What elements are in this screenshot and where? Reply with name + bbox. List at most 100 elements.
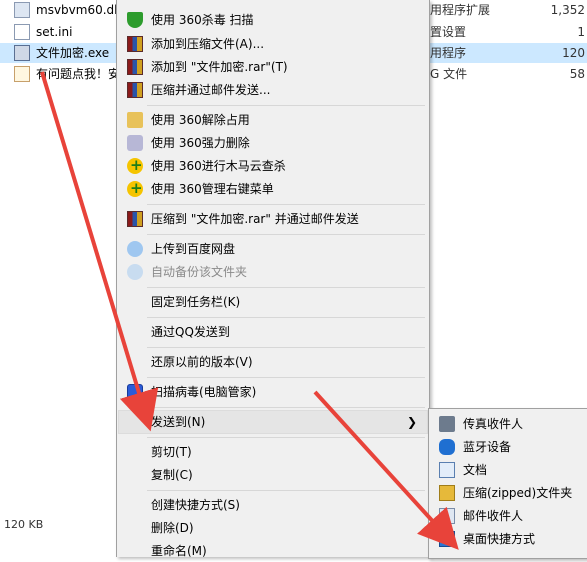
winrar-icon [127,82,143,98]
menu-item-send-via-qq[interactable]: 通过QQ发送到 [119,321,427,343]
menu-item-compress-rar-email[interactable]: 压缩到 "文件加密.rar" 并通过邮件发送 [119,208,427,230]
winrar-icon [127,59,143,75]
menu-label: 压缩(zipped)文件夹 [463,486,573,500]
fax-icon [439,416,455,432]
winrar-icon [127,211,143,227]
360-unlock-icon [127,112,143,128]
menu-label: 固定到任务栏(K) [151,295,241,309]
menu-label: 通过QQ发送到 [151,325,230,339]
menu-label: 重命名(M) [151,544,207,558]
baidu-cloud-icon [127,241,143,257]
menu-label: 删除(D) [151,521,194,535]
submenu-item-zip[interactable]: 压缩(zipped)文件夹 [431,482,586,504]
menu-label: 压缩到 "文件加密.rar" 并通过邮件发送 [151,212,359,226]
menu-item-restore-versions[interactable]: 还原以前的版本(V) [119,351,427,373]
menu-label: 使用 360强力删除 [151,136,250,150]
menu-item-auto-backup: 自动备份该文件夹 [119,261,427,283]
menu-separator [147,437,425,438]
zip-folder-icon [439,485,455,501]
menu-label: 蓝牙设备 [463,440,512,454]
bluetooth-icon [439,439,455,455]
menu-label: 文档 [463,463,488,477]
menu-label: 邮件收件人 [463,509,524,523]
menu-label: 剪切(T) [151,445,192,459]
menu-item-add-to-rar[interactable]: 添加到 "文件加密.rar"(T) [119,56,427,78]
send-to-submenu: 传真收件人 蓝牙设备 文档 压缩(zipped)文件夹 邮件收件人 桌面快捷方式 [428,408,587,559]
submenu-item-bluetooth[interactable]: 蓝牙设备 [431,436,586,458]
menu-label: 使用 360进行木马云查杀 [151,159,286,173]
file-type: 用程序 [430,46,467,60]
file-size: 1 [577,25,585,39]
file-size: 120 [562,46,585,60]
menu-label: 压缩并通过邮件发送... [151,83,271,97]
status-bar-size: 120 KB [4,518,44,531]
menu-separator [147,490,425,491]
file-name: 文件加密.exe [36,46,110,60]
menu-separator [147,234,425,235]
file-size: 1,352 [550,3,585,17]
360-plus-icon [127,154,143,176]
submenu-item-desktop-shortcut[interactable]: 桌面快捷方式 [431,528,586,550]
menu-label: 上传到百度网盘 [151,242,236,256]
menu-label: 添加到压缩文件(A)... [151,37,265,51]
360-antivirus-icon [127,12,143,28]
menu-item-copy[interactable]: 复制(C) [119,464,427,486]
menu-label: 使用 360管理右键菜单 [151,182,274,196]
menu-item-delete[interactable]: 删除(D) [119,517,427,539]
menu-separator [147,377,425,378]
menu-item-360-scan[interactable]: 使用 360杀毒 扫描 [119,9,427,31]
png-file-icon [14,66,30,82]
menu-item-send-to[interactable]: 发送到(N) ❯ [118,410,428,434]
file-type: 用程序扩展 [430,3,491,17]
menu-label: 发送到(N) [151,415,206,429]
menu-label: 还原以前的版本(V) [151,355,253,369]
file-type: G 文件 [430,67,468,81]
file-name: set.ini [36,25,73,39]
mail-icon [439,508,455,524]
ini-file-icon [14,24,30,40]
file-name: 有问题点我！安 [36,67,116,81]
tencent-guard-icon [127,384,143,400]
menu-item-scan-virus-guard[interactable]: 扫描病毒(电脑管家) [119,381,427,403]
menu-separator [147,317,425,318]
submenu-item-mail[interactable]: 邮件收件人 [431,505,586,527]
360-plus-icon [127,177,143,199]
chevron-right-icon: ❯ [406,415,417,429]
menu-item-360-shred[interactable]: 使用 360强力删除 [119,132,427,154]
menu-label: 扫描病毒(电脑管家) [151,385,257,399]
menu-label: 桌面快捷方式 [463,532,536,546]
menu-separator [147,105,425,106]
360-shred-icon [127,135,143,151]
menu-item-cut[interactable]: 剪切(T) [119,441,427,463]
file-type: 置设置 [430,25,467,39]
menu-item-compress-email[interactable]: 压缩并通过邮件发送... [119,79,427,101]
menu-label: 创建快捷方式(S) [151,498,240,512]
submenu-item-documents[interactable]: 文档 [431,459,586,481]
document-icon [439,462,455,478]
baidu-cloud-icon [127,264,143,280]
file-name: msvbvm60.dll [36,3,116,17]
menu-item-360-manage-menu[interactable]: 使用 360管理右键菜单 [119,177,427,200]
context-menu: 使用 360杀毒 扫描 添加到压缩文件(A)... 添加到 "文件加密.rar"… [116,0,430,558]
menu-item-create-shortcut[interactable]: 创建快捷方式(S) [119,494,427,516]
file-size: 58 [569,67,585,81]
menu-item-pin-taskbar[interactable]: 固定到任务栏(K) [119,291,427,313]
menu-label: 添加到 "文件加密.rar"(T) [151,60,288,74]
menu-label: 使用 360解除占用 [151,113,250,127]
menu-separator [147,407,425,408]
menu-item-upload-baidu[interactable]: 上传到百度网盘 [119,238,427,260]
menu-separator [147,204,425,205]
menu-item-360-cloud-scan[interactable]: 使用 360进行木马云查杀 [119,154,427,177]
menu-item-rename[interactable]: 重命名(M) [119,540,427,562]
menu-separator [147,287,425,288]
desktop-icon [439,531,455,547]
menu-label: 使用 360杀毒 扫描 [151,13,254,27]
menu-item-360-unlock[interactable]: 使用 360解除占用 [119,109,427,131]
winrar-icon [127,36,143,52]
menu-label: 自动备份该文件夹 [151,265,248,279]
menu-label: 复制(C) [151,468,193,482]
menu-item-add-to-archive[interactable]: 添加到压缩文件(A)... [119,33,427,55]
dll-file-icon [14,2,30,18]
submenu-item-fax[interactable]: 传真收件人 [431,413,586,435]
menu-separator [147,347,425,348]
